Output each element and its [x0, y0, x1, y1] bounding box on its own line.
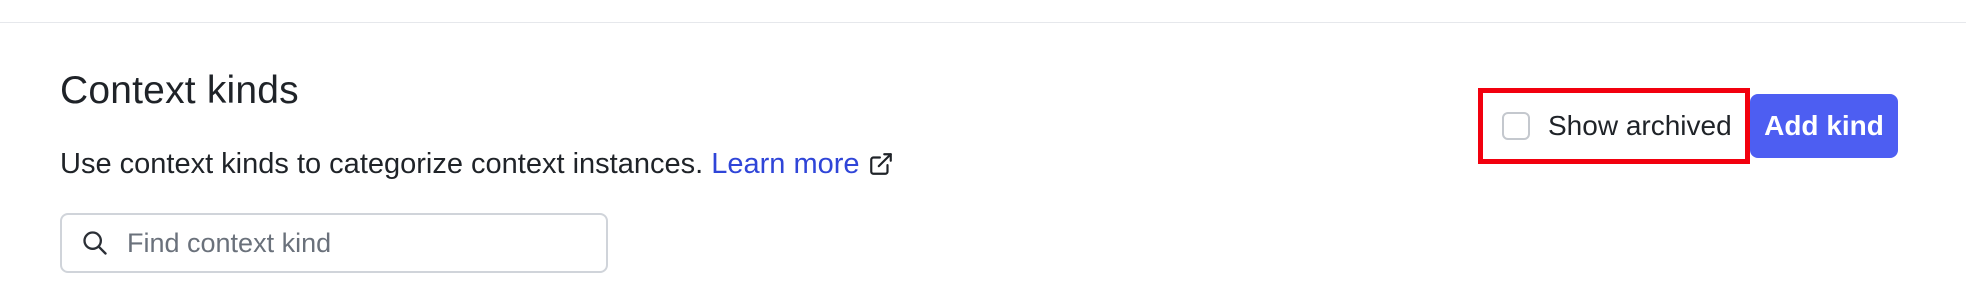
- top-divider: [0, 22, 1966, 23]
- external-link-icon: [868, 150, 894, 186]
- show-archived-toggle[interactable]: Show archived: [1478, 88, 1750, 164]
- search-input[interactable]: [125, 226, 569, 260]
- learn-more-link[interactable]: Learn more: [711, 148, 893, 180]
- description-text: Use context kinds to categorize context …: [60, 148, 704, 180]
- search-box[interactable]: [60, 213, 608, 273]
- search-icon: [81, 229, 109, 257]
- show-archived-label[interactable]: Show archived: [1548, 110, 1732, 142]
- page-description: Use context kinds to categorize context …: [60, 146, 894, 186]
- show-archived-checkbox[interactable]: [1502, 112, 1530, 140]
- add-kind-button[interactable]: Add kind: [1750, 94, 1898, 158]
- learn-more-label: Learn more: [711, 148, 860, 180]
- page-title: Context kinds: [60, 69, 299, 112]
